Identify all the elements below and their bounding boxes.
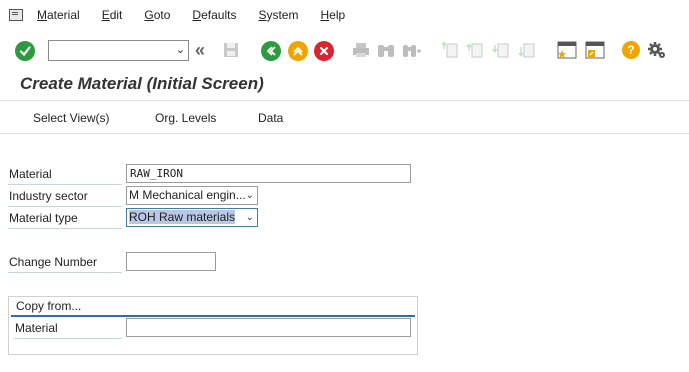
section-divider [11, 315, 415, 317]
menu-system[interactable]: System [258, 8, 298, 22]
menu-goto-mnemonic: G [144, 8, 154, 22]
menu-material-mnemonic: M [37, 8, 47, 22]
copy-material-label: Material [14, 318, 122, 339]
menu-material[interactable]: Material [37, 8, 80, 22]
menu-goto-label: oto [153, 8, 171, 22]
material-type-value: ROH Raw materials [129, 210, 236, 224]
copy-material-input[interactable] [126, 318, 411, 337]
menu-edit-label: dit [109, 8, 123, 22]
system-menu-icon[interactable] [9, 9, 23, 21]
settings-icon[interactable] [647, 40, 667, 63]
menu-bar: Material Edit Goto Defaults System Help [0, 0, 689, 30]
menu-system-label: ystem [266, 8, 299, 22]
industry-sector-label: Industry sector [8, 186, 122, 207]
find-icon[interactable] [377, 42, 395, 61]
menu-defaults-mnemonic: D [192, 8, 202, 22]
last-page-icon[interactable] [518, 41, 536, 62]
material-label: Material [8, 164, 122, 185]
menu-material-label: aterial [47, 8, 80, 22]
chevron-down-icon[interactable]: ⌄ [246, 209, 254, 226]
standard-toolbar: ⌄ « ? [0, 30, 689, 72]
command-field[interactable]: ⌄ [48, 40, 189, 61]
menu-edit[interactable]: Edit [102, 8, 123, 22]
chevron-down-icon[interactable]: ⌄ [176, 43, 185, 56]
page-title: Create Material (Initial Screen) [20, 74, 264, 93]
cancel-icon[interactable] [314, 41, 334, 61]
select-views-button[interactable]: Select View(s) [33, 111, 109, 125]
menu-help-label: elp [329, 8, 346, 22]
material-input[interactable]: RAW_IRON [126, 164, 411, 183]
change-number-input[interactable] [126, 252, 216, 271]
data-button[interactable]: Data [258, 111, 283, 125]
first-page-icon[interactable] [441, 41, 459, 62]
menu-help-mnemonic: H [320, 8, 330, 22]
enter-icon[interactable] [15, 41, 35, 61]
shortcut-icon[interactable] [585, 40, 605, 63]
menu-edit-mnemonic: E [101, 8, 110, 22]
change-number-label: Change Number [8, 252, 122, 273]
title-bar: Create Material (Initial Screen) [0, 72, 689, 100]
chevron-down-icon[interactable]: ⌄ [246, 187, 254, 204]
industry-sector-select[interactable]: M Mechanical engin... ⌄ [126, 186, 258, 205]
material-type-select[interactable]: ROH Raw materials ⌄ [126, 208, 258, 227]
print-icon[interactable] [352, 42, 370, 61]
org-levels-button[interactable]: Org. Levels [155, 111, 216, 125]
new-session-icon[interactable] [557, 40, 577, 63]
help-icon[interactable]: ? [622, 41, 640, 59]
material-type-label: Material type [8, 208, 122, 229]
menu-goto[interactable]: Goto [144, 8, 170, 22]
next-page-icon[interactable] [492, 41, 510, 62]
industry-sector-value: M Mechanical engin... [129, 188, 246, 202]
menu-help[interactable]: Help [320, 8, 345, 22]
menu-defaults-label: efaults [201, 8, 237, 22]
back-icon[interactable] [261, 41, 281, 61]
menu-defaults[interactable]: Defaults [192, 8, 236, 22]
prev-page-icon[interactable] [466, 41, 484, 62]
find-next-icon[interactable] [402, 42, 422, 61]
application-toolbar: Select View(s) Org. Levels Data [0, 100, 689, 134]
back-double-icon[interactable]: « [195, 40, 205, 61]
exit-icon[interactable] [288, 41, 308, 61]
copy-from-title: Copy from... [16, 299, 82, 313]
save-icon[interactable] [223, 42, 239, 61]
